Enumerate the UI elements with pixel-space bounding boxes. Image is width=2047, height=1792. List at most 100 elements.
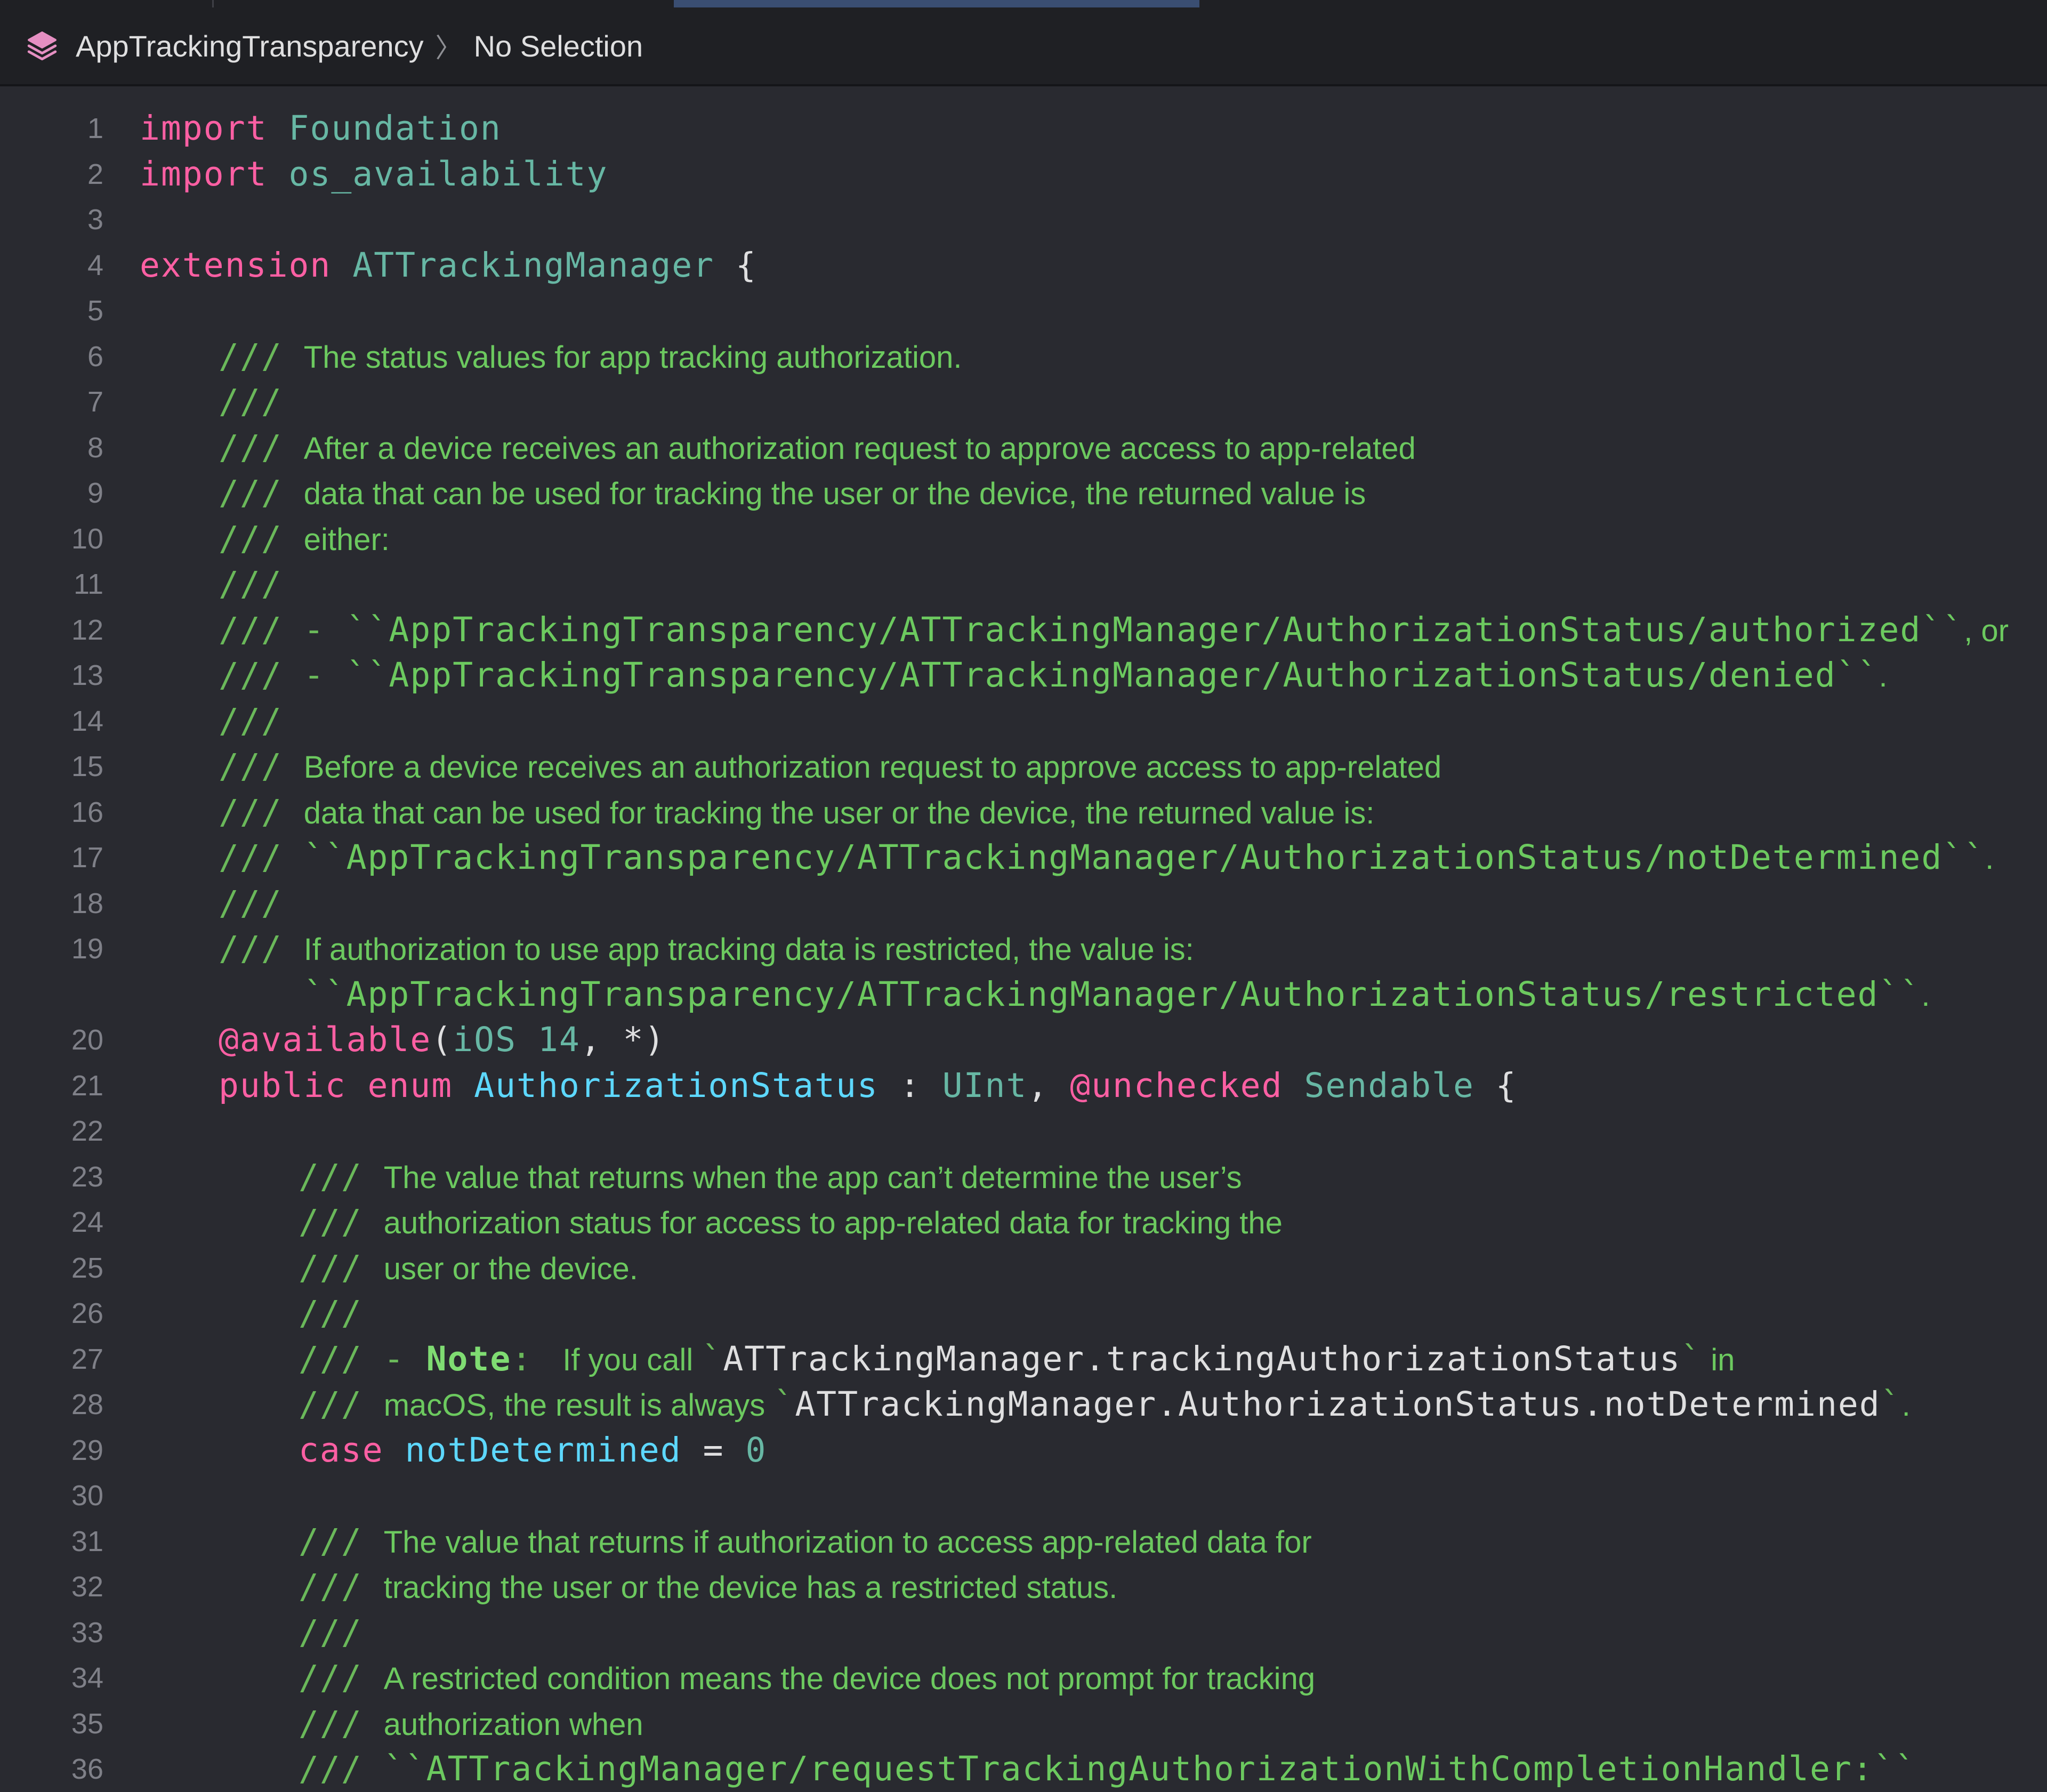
code-text: /// ``AppTrackingTransparency/ATTracking… <box>219 835 1994 882</box>
breadcrumb-selection[interactable]: No Selection <box>474 29 643 63</box>
code-token: 0 <box>745 1430 767 1470</box>
line-number: 28 <box>71 1389 103 1420</box>
code-line[interactable]: 5 <box>0 288 2047 334</box>
code-line[interactable]: 35 /// authorization when <box>0 1701 2047 1747</box>
tab-divider <box>212 0 214 7</box>
breadcrumb-module[interactable]: AppTrackingTransparency <box>76 29 424 63</box>
code-line[interactable]: 3 <box>0 197 2047 243</box>
code-token: . <box>1985 841 1994 876</box>
code-token: /// <box>219 382 283 421</box>
code-line[interactable]: 11 /// <box>0 561 2047 607</box>
code-line[interactable]: 17 /// ``AppTrackingTransparency/ATTracki… <box>0 835 2047 881</box>
code-token: either: <box>303 522 390 557</box>
code-line[interactable]: 4 extension ATTrackingManager { <box>0 243 2047 288</box>
line-number: 23 <box>71 1160 103 1193</box>
code-text: /// <box>219 561 283 607</box>
code-token: ` <box>1880 1385 1902 1424</box>
code-text: /// macOS, the result is always `ATTrack… <box>299 1382 1911 1428</box>
line-number: 12 <box>71 614 103 646</box>
code-line[interactable]: 16 /// data that can be used for tracking… <box>0 789 2047 835</box>
line-number: 14 <box>71 705 103 737</box>
code-token: /// <box>219 792 304 832</box>
line-number: 22 <box>71 1115 103 1147</box>
code-line[interactable]: 13 /// - ``AppTrackingTransparency/ATTrac… <box>0 652 2047 698</box>
code-text: /// Before a device receives an authoriz… <box>219 744 1441 790</box>
code-line[interactable]: 19 /// If authorization to use app tracki… <box>0 926 2047 972</box>
code-line[interactable]: 10 /// either: <box>0 516 2047 562</box>
code-token: /// <box>219 929 304 968</box>
code-line[interactable]: 20 @available(iOS 14, *) <box>0 1017 2047 1063</box>
code-token: /// <box>299 1248 384 1287</box>
code-text: /// ``ATTrackingManager/requestTrackingA… <box>299 1746 1916 1792</box>
code-line[interactable]: 36 /// ``ATTrackingManager/requestTrackin… <box>0 1746 2047 1792</box>
line-number: 7 <box>87 386 103 418</box>
code-token: Sendable <box>1304 1065 1474 1105</box>
code-token: = <box>681 1430 746 1470</box>
code-token: /// <box>219 336 304 376</box>
code-token: . <box>1879 659 1888 693</box>
code-text: /// data that can be used for tracking t… <box>219 789 1374 836</box>
code-token: ` <box>773 1385 795 1424</box>
code-token: /// <box>299 1567 384 1606</box>
stack-layers-icon <box>27 31 57 61</box>
code-line[interactable]: 32 /// tracking the user or the device ha… <box>0 1564 2047 1610</box>
line-number: 4 <box>87 249 103 281</box>
code-line[interactable]: 27 /// - Note: If you call `ATTrackingMan… <box>0 1336 2047 1382</box>
code-token: /// <box>299 1704 384 1743</box>
code-line[interactable]: 34 /// A restricted condition means the d… <box>0 1655 2047 1701</box>
code-text: case notDetermined = 0 <box>299 1427 767 1473</box>
code-line[interactable]: 28 /// macOS, the result is always `ATTra… <box>0 1382 2047 1427</box>
code-line[interactable]: 14 /// <box>0 698 2047 744</box>
code-line[interactable]: 22 <box>0 1108 2047 1154</box>
code-token: /// <box>299 1749 384 1788</box>
code-line[interactable]: 9 /// data that can be used for tracking … <box>0 470 2047 516</box>
code-line[interactable]: 30 <box>0 1473 2047 1519</box>
code-token: iOS <box>453 1020 517 1059</box>
code-text: ``AppTrackingTransparency/ATTrackingMana… <box>219 972 1930 1019</box>
code-token: AuthorizationStatus <box>474 1065 879 1105</box>
code-token: Note <box>426 1339 512 1378</box>
source-editor[interactable]: 1 import Foundation 2 import os_availabilit… <box>0 84 2047 1788</box>
code-token: /// <box>299 1658 384 1697</box>
code-text: /// either: <box>219 516 390 563</box>
code-line[interactable]: 26 /// <box>0 1290 2047 1336</box>
code-line[interactable]: 1 import Foundation <box>0 106 2047 151</box>
code-line[interactable]: 25 /// user or the device. <box>0 1245 2047 1291</box>
code-line[interactable]: 21 public enum AuthorizationStatus : UInt… <box>0 1063 2047 1109</box>
code-line[interactable]: 18 /// <box>0 881 2047 926</box>
code-line[interactable]: 23 /// The value that returns when the ap… <box>0 1154 2047 1200</box>
code-line[interactable]: 8 /// After a device receives an authoriz… <box>0 425 2047 471</box>
code-line[interactable]: 6 /// The status values for app tracking … <box>0 334 2047 380</box>
code-token: ATTrackingManager.trackingAuthorizationS… <box>723 1339 1681 1378</box>
code-line[interactable]: 33 /// <box>0 1610 2047 1656</box>
line-number: 30 <box>71 1480 103 1512</box>
code-token: /// <box>219 427 304 467</box>
code-token: ``AppTrackingTransparency/ATTrackingMana… <box>303 974 1922 1014</box>
line-number: 6 <box>87 340 103 373</box>
active-tab-indicator[interactable] <box>674 0 1199 7</box>
code-token: tracking the user or the device has a re… <box>383 1570 1118 1605</box>
code-token: /// <box>219 473 304 512</box>
line-number: 5 <box>87 295 103 327</box>
code-token: /// <box>299 1294 362 1333</box>
code-line[interactable]: 31 /// The value that returns if authoriz… <box>0 1519 2047 1564</box>
code-token: authorization when <box>383 1707 643 1742</box>
code-line[interactable]: 29 case notDetermined = 0 <box>0 1427 2047 1473</box>
code-token: import <box>140 109 268 148</box>
code-line[interactable]: ``AppTrackingTransparency/ATTrackingMana… <box>0 972 2047 1018</box>
code-text: /// The status values for app tracking a… <box>219 334 962 381</box>
code-text: /// The value that returns when the app … <box>299 1154 1242 1201</box>
code-line[interactable]: 7 /// <box>0 379 2047 425</box>
code-token: ``AppTrackingTransparency/ATTrackingMana… <box>346 656 1879 695</box>
code-text: /// - Note: If you call `ATTrackingManag… <box>299 1336 1735 1383</box>
code-line[interactable]: 15 /// Before a device receives an author… <box>0 744 2047 789</box>
line-number: 35 <box>71 1707 103 1740</box>
code-line[interactable]: 12 /// - ``AppTrackingTransparency/ATTrac… <box>0 607 2047 653</box>
code-line[interactable]: 2 import os_availability <box>0 151 2047 197</box>
code-line[interactable]: 24 /// authorization status for access to… <box>0 1199 2047 1245</box>
